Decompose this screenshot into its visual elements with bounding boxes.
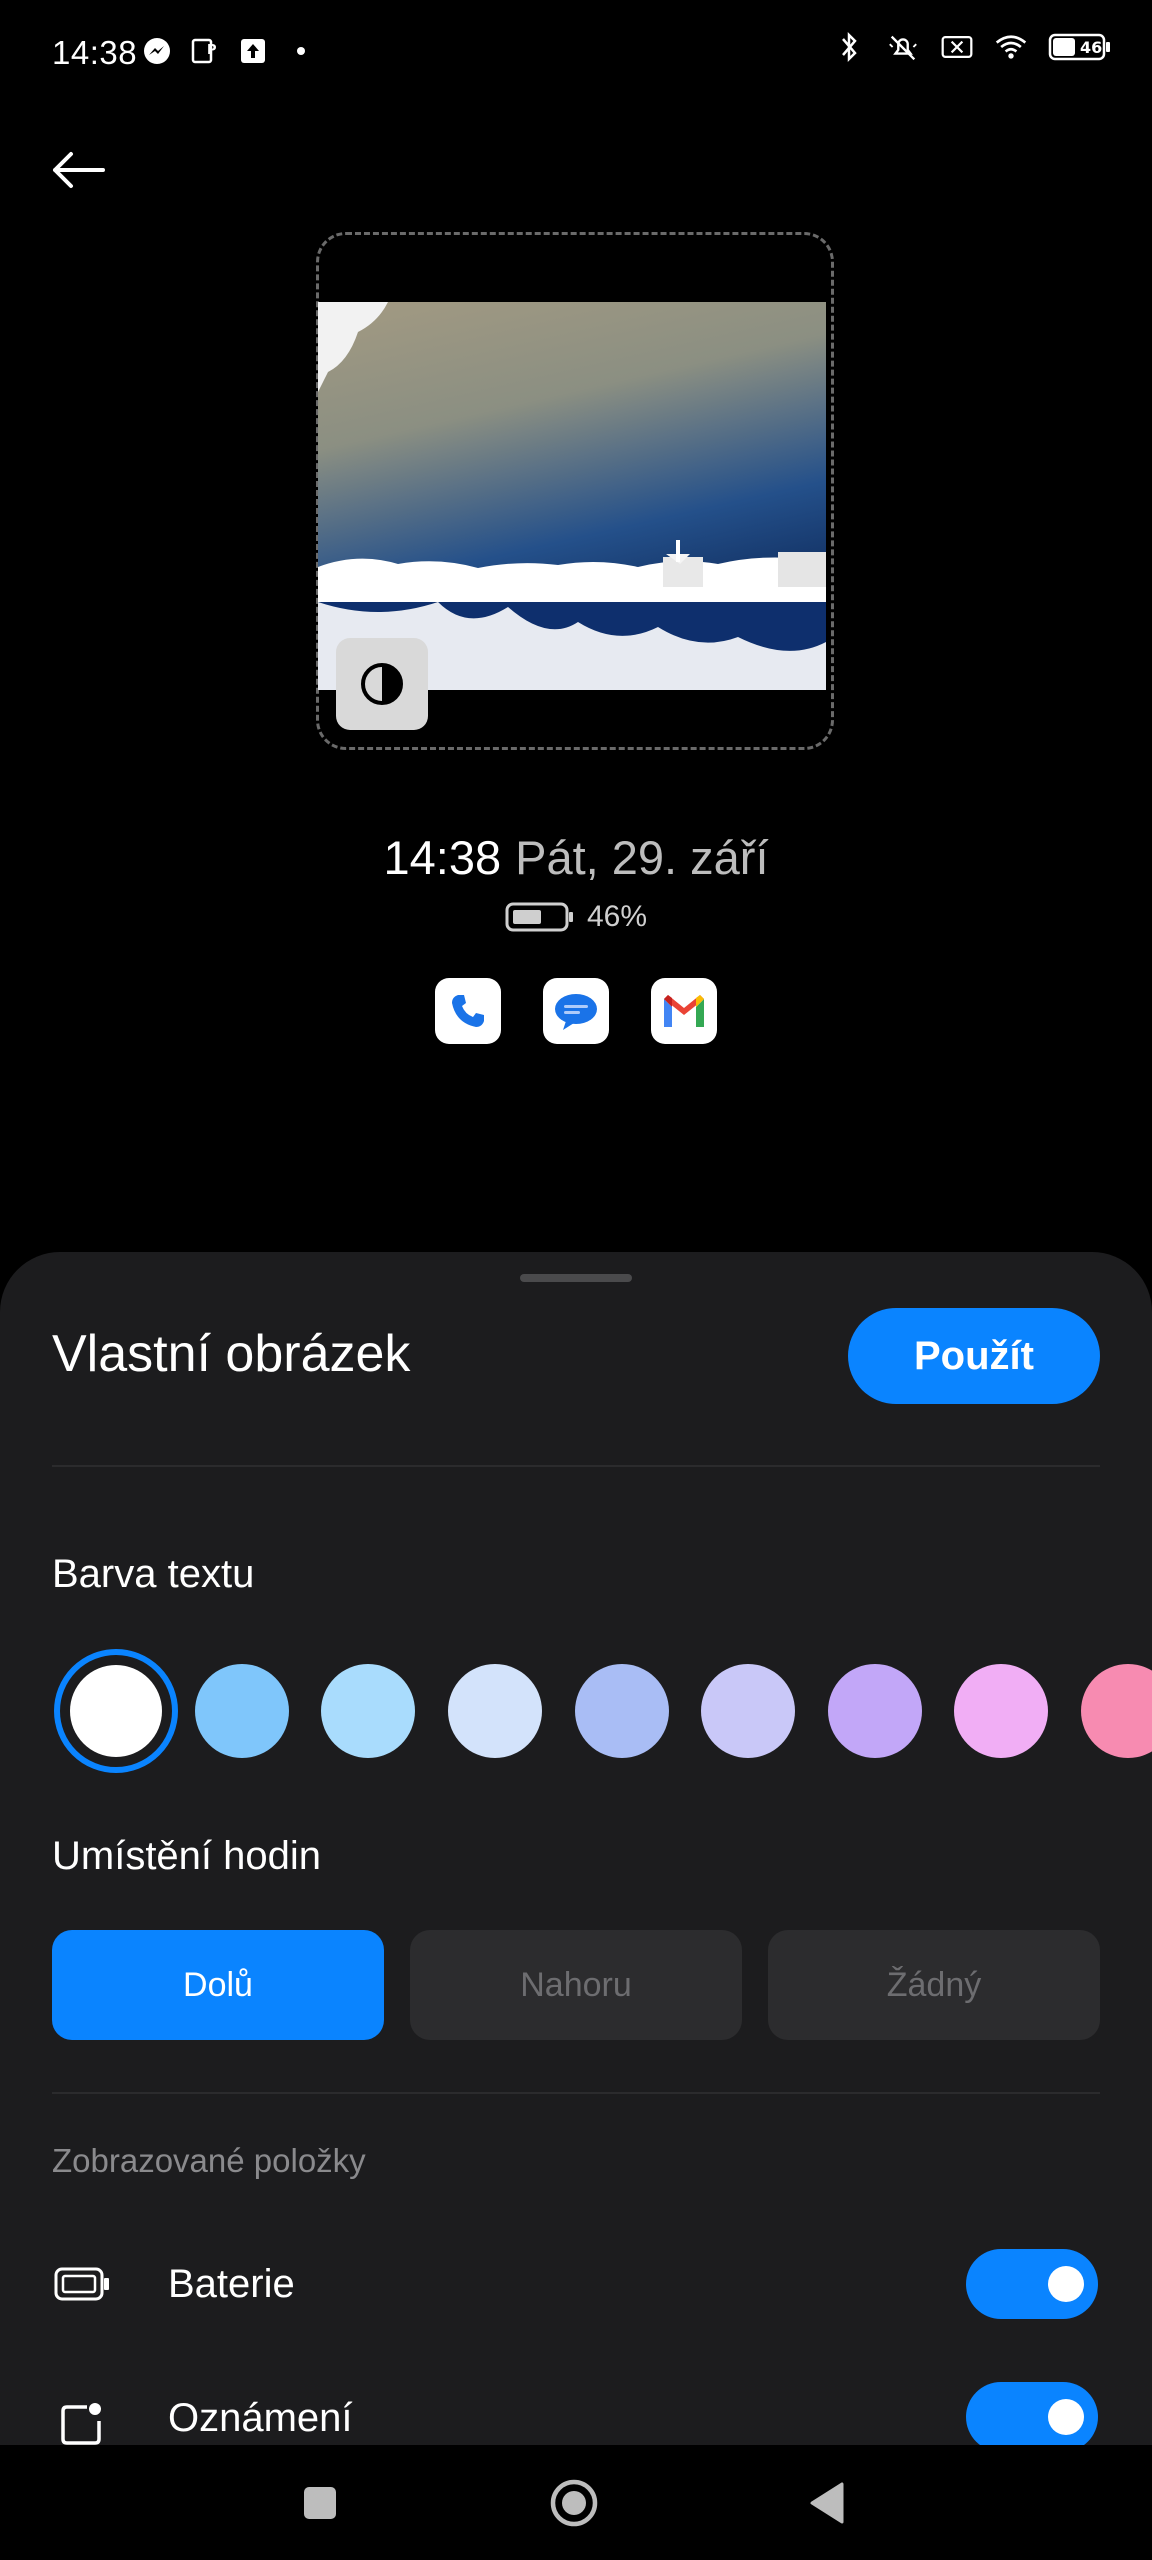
preview-clock-date: Pát, 29. září bbox=[515, 831, 769, 884]
color-swatch[interactable] bbox=[321, 1664, 415, 1758]
silent-icon bbox=[886, 30, 920, 64]
preview-app-shortcuts bbox=[0, 978, 1152, 1044]
upload-icon bbox=[236, 34, 270, 68]
messages-app-icon bbox=[543, 978, 609, 1044]
notifications-toggle[interactable] bbox=[966, 2382, 1098, 2445]
dot-icon bbox=[284, 34, 318, 68]
preview-clock: 14:38 Pát, 29. září bbox=[0, 830, 1152, 885]
clock-position-bottom[interactable]: Dolů bbox=[52, 1930, 384, 2040]
clock-position-label: Umístění hodin bbox=[52, 1834, 322, 1878]
color-swatch[interactable] bbox=[448, 1664, 542, 1758]
color-swatch[interactable] bbox=[954, 1664, 1048, 1758]
item-label-notifications: Oznámení bbox=[168, 2396, 353, 2440]
battery-icon: 46 bbox=[1048, 30, 1112, 64]
divider bbox=[52, 2092, 1100, 2094]
text-color-label: Barva textu bbox=[52, 1552, 255, 1596]
clock-position-top[interactable]: Nahoru bbox=[410, 1930, 742, 2040]
color-swatch-inner bbox=[70, 1665, 162, 1757]
no-sim-icon bbox=[940, 30, 974, 64]
color-swatch-selected[interactable] bbox=[54, 1649, 178, 1773]
customization-sheet: Vlastní obrázek Použít Barva textu Umíst… bbox=[0, 1252, 1152, 2445]
bluetooth-icon bbox=[832, 30, 866, 64]
contrast-toggle-button[interactable] bbox=[336, 638, 428, 730]
notification-icons: P bbox=[140, 34, 318, 68]
displayed-items-label: Zobrazované položky bbox=[52, 2142, 366, 2179]
contrast-icon bbox=[361, 663, 403, 705]
system-icons: 46 bbox=[832, 30, 1112, 64]
back-nav-button[interactable] bbox=[800, 2475, 856, 2531]
square-icon bbox=[304, 2487, 336, 2519]
back-button[interactable] bbox=[44, 140, 112, 200]
toggle-knob bbox=[1048, 2399, 1084, 2435]
item-row-notifications: Oznámení bbox=[0, 2382, 1152, 2445]
system-navigation-bar bbox=[0, 2445, 1152, 2560]
notification-icon bbox=[52, 2394, 112, 2445]
triangle-back-icon bbox=[810, 2482, 844, 2524]
clock-position-none[interactable]: Žádný bbox=[768, 1930, 1100, 2040]
phone-app-icon bbox=[435, 978, 501, 1044]
messenger-icon bbox=[140, 34, 174, 68]
gmail-app-icon bbox=[651, 978, 717, 1044]
sheet-drag-handle[interactable] bbox=[520, 1274, 632, 1282]
recents-button[interactable] bbox=[292, 2475, 348, 2531]
color-swatch[interactable] bbox=[1081, 1664, 1152, 1758]
color-swatch[interactable] bbox=[828, 1664, 922, 1758]
parking-app-icon: P bbox=[188, 34, 222, 68]
arrow-left-icon bbox=[53, 152, 105, 188]
color-swatch[interactable] bbox=[701, 1664, 795, 1758]
color-swatch[interactable] bbox=[575, 1664, 669, 1758]
preview-clock-time: 14:38 bbox=[383, 831, 502, 884]
status-time: 14:38 bbox=[52, 34, 138, 71]
item-row-battery: Baterie bbox=[0, 2234, 1152, 2334]
divider bbox=[52, 1465, 1100, 1467]
battery-outline-icon bbox=[52, 2254, 112, 2314]
preview-battery-percent: 46% bbox=[586, 900, 648, 933]
color-swatch[interactable] bbox=[195, 1664, 289, 1758]
home-button[interactable] bbox=[546, 2475, 602, 2531]
toggle-knob bbox=[1048, 2266, 1084, 2302]
battery-toggle[interactable] bbox=[966, 2249, 1098, 2319]
battery-icon bbox=[505, 902, 573, 932]
svg-text:P: P bbox=[207, 43, 217, 58]
apply-button[interactable]: Použít bbox=[848, 1308, 1100, 1404]
text-color-swatches bbox=[52, 1647, 1152, 1775]
svg-text:46: 46 bbox=[1080, 38, 1102, 57]
wifi-icon bbox=[994, 30, 1028, 64]
sheet-title: Vlastní obrázek bbox=[52, 1325, 411, 1383]
wallpaper-preview-image bbox=[318, 302, 826, 690]
home-circle-icon bbox=[550, 2479, 598, 2527]
status-bar: 14:38 P 46 bbox=[0, 0, 1152, 104]
item-label-battery: Baterie bbox=[168, 2262, 295, 2306]
preview-battery: 46% bbox=[0, 900, 1152, 934]
